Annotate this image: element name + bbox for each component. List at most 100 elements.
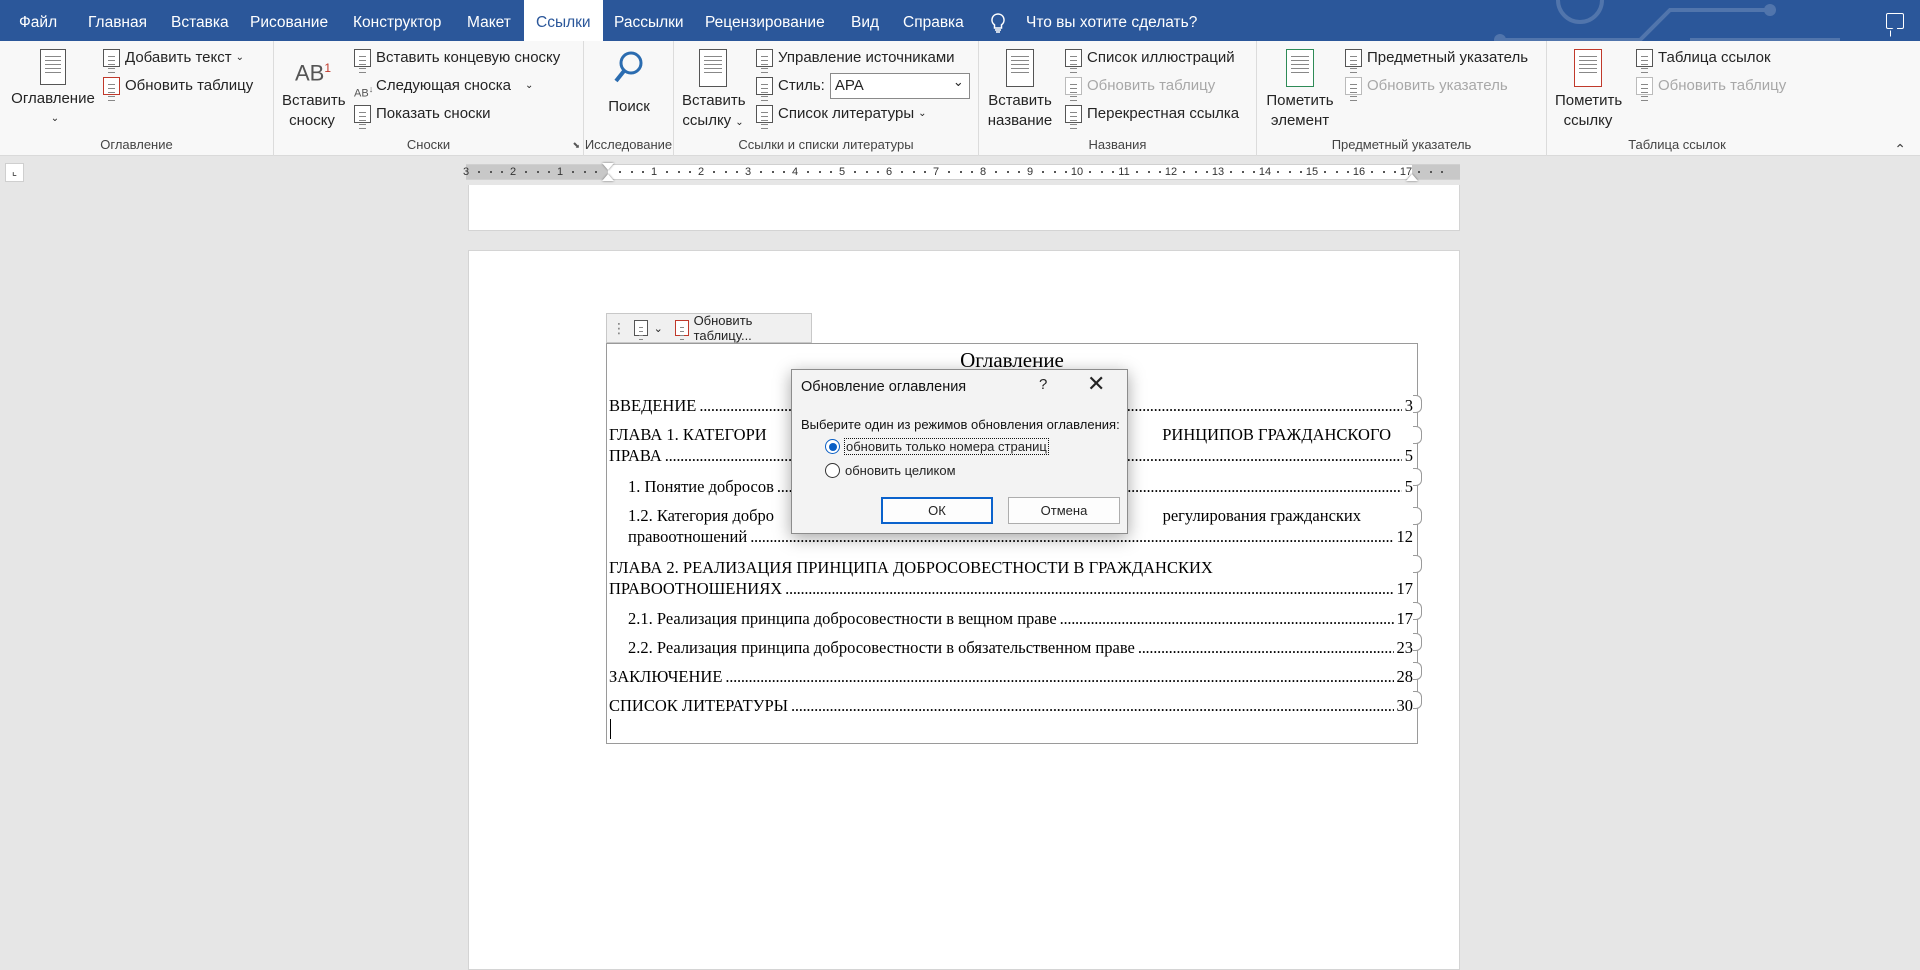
tell-me-search[interactable]: Что вы хотите сделать? <box>990 0 1197 41</box>
style-dropdown[interactable]: APA <box>829 70 970 99</box>
right-indent-marker[interactable] <box>1406 174 1418 181</box>
first-line-indent-marker[interactable] <box>602 163 614 170</box>
ruler-tick <box>536 171 539 173</box>
insert-caption-button[interactable]: Вставить название <box>987 47 1053 131</box>
ruler-tick <box>712 171 715 173</box>
comments-icon[interactable] <box>1886 13 1904 29</box>
toc-entry[interactable]: 2.1. Реализация принципа добросовестност… <box>628 602 1422 629</box>
horizontal-ruler[interactable]: 3 2 1 1 2 3 4 5 6 7 8 9 10 11 12 13 14 15 16 17 <box>463 163 1460 181</box>
ruler-tick <box>1006 171 1009 173</box>
tab-mailings[interactable]: Рассылки <box>614 0 684 41</box>
chevron-down-icon: ⌄ <box>918 108 927 119</box>
tab-draw[interactable]: Рисование <box>250 0 328 41</box>
manage-sources-icon <box>756 49 773 67</box>
chevron-down-icon[interactable]: ⌄ <box>525 74 533 98</box>
cross-reference-button[interactable]: Перекрестная ссылка <box>1065 102 1239 126</box>
toc-leader <box>1060 608 1394 629</box>
update-table-button[interactable]: Обновить таблицу <box>103 74 253 98</box>
ruler-tick <box>877 171 880 173</box>
mark-entry-label-2: элемент <box>1270 112 1330 129</box>
tab-marker <box>1413 602 1422 620</box>
insert-authorities-button[interactable]: Таблица ссылок <box>1636 46 1771 70</box>
insert-caption-label-1: Вставить <box>988 92 1052 109</box>
toc-button-label: Оглавление <box>11 90 95 107</box>
update-table-icon <box>103 77 120 95</box>
radio-button[interactable] <box>825 463 840 478</box>
tab-marker <box>1413 395 1422 413</box>
chevron-down-icon[interactable]: ⌄ <box>654 322 663 335</box>
radio-page-numbers-only[interactable]: обновить только номера страниц <box>825 438 1049 455</box>
show-notes-icon <box>354 105 371 123</box>
dialog-prompt: Выберите один из режимов обновления огла… <box>801 417 1120 432</box>
help-icon[interactable]: ? <box>1039 376 1047 393</box>
toc-update-button[interactable]: Обновить таблицу... <box>694 313 811 343</box>
toc-entry[interactable]: СПИСОК ЛИТЕРАТУРЫ 30 <box>609 691 1422 716</box>
ruler-number: 16 <box>1352 166 1366 178</box>
toc-button[interactable]: Оглавление ⌄ <box>8 47 98 129</box>
table-of-figures-button[interactable]: Список иллюстраций <box>1065 46 1235 70</box>
hanging-indent-marker[interactable] <box>602 174 614 181</box>
ruler-tick <box>1206 171 1209 173</box>
drag-handle-icon[interactable]: ⋮ <box>612 320 626 337</box>
tab-file[interactable]: Файл <box>19 0 57 41</box>
endnote-icon <box>354 49 371 67</box>
tab-help[interactable]: Справка <box>903 0 964 41</box>
insert-citation-label-2-text: ссылку <box>682 112 732 129</box>
toc-menu-icon[interactable] <box>634 320 648 336</box>
toc-entry[interactable]: 2.2. Реализация принципа добросовестност… <box>628 633 1422 658</box>
chevron-down-icon: ⌄ <box>235 52 244 63</box>
toc-entry-text-cont: РИНЦИПОВ ГРАЖДАНСКОГО <box>1162 425 1391 444</box>
insert-index-button[interactable]: Предметный указатель <box>1345 46 1528 70</box>
ruler-tick <box>959 171 962 173</box>
group-label-footnotes: Сноски <box>406 137 451 152</box>
bibliography-button[interactable]: Список литературы ⌄ <box>756 102 927 126</box>
mark-citation-label-2: ссылку <box>1563 112 1613 129</box>
insert-citation-label-1: Вставить <box>682 92 746 109</box>
close-icon[interactable]: ✕ <box>1087 371 1105 397</box>
insert-footnote-button[interactable]: AB1 Вставить сноску <box>282 47 346 131</box>
tab-design[interactable]: Конструктор <box>353 0 441 41</box>
insert-endnote-button[interactable]: Вставить концевую сноску <box>354 46 560 70</box>
tab-view[interactable]: Вид <box>851 0 879 41</box>
radio-button-selected[interactable] <box>825 439 840 454</box>
tab-layout[interactable]: Макет <box>467 0 511 41</box>
update-figures-label: Обновить таблицу <box>1087 77 1216 94</box>
ruler-number: 7 <box>932 166 940 178</box>
tab-selector[interactable]: ⌞ <box>5 163 24 182</box>
citation-icon <box>699 49 727 87</box>
ruler-tick <box>736 171 739 173</box>
ok-button[interactable]: ОК <box>881 497 993 524</box>
next-footnote-button[interactable]: AB↓ Следующая сноска ⌄ <box>354 74 533 100</box>
group-research: Поиск Исследование <box>584 41 674 156</box>
radio-entire-table[interactable]: обновить целиком <box>825 463 956 478</box>
toc-entry[interactable]: ГЛАВА 2. РЕАЛИЗАЦИЯ ПРИНЦИПА ДОБРОСОВЕСТ… <box>609 555 1422 599</box>
mark-entry-icon <box>1286 49 1314 87</box>
style-select[interactable]: Стиль: APA <box>756 70 970 99</box>
collapse-ribbon-icon[interactable]: ⌃ <box>1894 141 1906 158</box>
toc-entry[interactable]: ЗАКЛЮЧЕНИЕ 28 <box>609 662 1422 687</box>
tab-home[interactable]: Главная <box>88 0 147 41</box>
toc-page-number: 17 <box>1396 579 1414 598</box>
search-button[interactable]: Поиск <box>594 47 664 117</box>
radio-entire-table-label: обновить целиком <box>845 463 956 478</box>
mark-citation-button[interactable]: Пометить ссылку <box>1555 47 1622 131</box>
search-icon <box>614 51 643 83</box>
cancel-button[interactable]: Отмена <box>1008 497 1120 524</box>
style-icon <box>756 77 773 95</box>
add-text-button[interactable]: Добавить текст ⌄ <box>103 46 244 70</box>
manage-sources-button[interactable]: Управление источниками <box>756 46 955 70</box>
cross-reference-icon <box>1065 105 1082 123</box>
insert-citation-button[interactable]: Вставить ссылку ⌄ <box>682 47 746 133</box>
ruler-number: 10 <box>1070 166 1084 178</box>
ruler-tick <box>971 171 974 173</box>
mark-entry-button[interactable]: Пометить элемент <box>1265 47 1335 131</box>
tab-review[interactable]: Рецензирование <box>705 0 825 41</box>
lightbulb-icon <box>991 13 1005 33</box>
ruler-tick <box>900 171 903 173</box>
tab-references[interactable]: Ссылки <box>524 0 603 41</box>
tab-insert[interactable]: Вставка <box>171 0 229 41</box>
dialog-launcher-icon[interactable]: ⬊ <box>572 140 580 151</box>
update-toc-dialog: Обновление оглавления ? ✕ Выберите один … <box>791 369 1128 534</box>
footnote-icon: AB1 <box>295 60 332 86</box>
show-notes-button[interactable]: Показать сноски <box>354 102 491 126</box>
